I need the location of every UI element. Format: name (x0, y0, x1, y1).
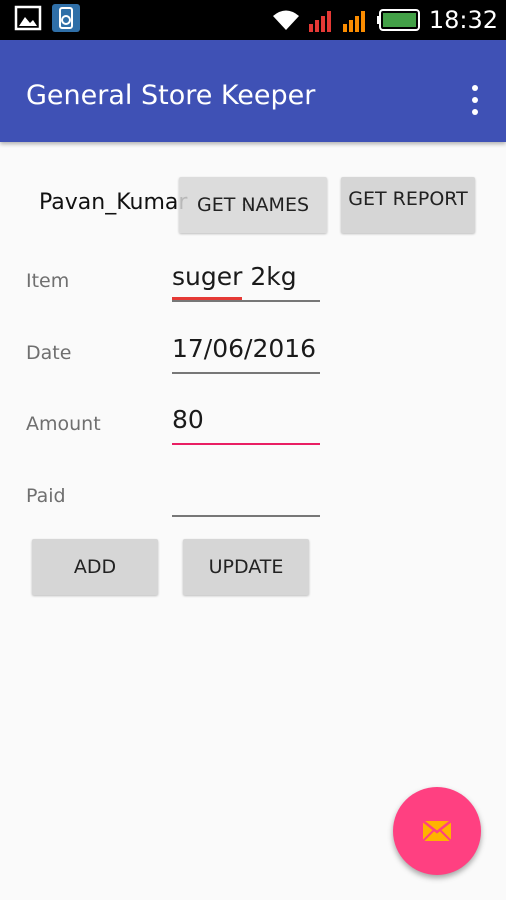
amount-field-value: 80 (172, 405, 204, 434)
date-label: Date (26, 342, 72, 364)
date-field[interactable]: 17/06/2016 (172, 334, 320, 374)
date-field-value: 17/06/2016 (172, 334, 317, 363)
customer-spinner-value: Pavan_Kumar (39, 190, 188, 215)
more-vert-icon[interactable] (470, 85, 480, 115)
app-notification-icon (52, 4, 80, 32)
amount-field[interactable]: 80 (172, 405, 320, 445)
amount-label: Amount (26, 413, 101, 435)
wifi-icon (272, 10, 299, 30)
get-names-button[interactable]: GET NAMES (179, 177, 327, 233)
app-bar: General Store Keeper (0, 40, 506, 142)
mail-icon (422, 820, 452, 842)
fab-mail-button[interactable] (393, 787, 481, 875)
signal-icon (342, 11, 365, 32)
status-bar: 18:32 (0, 0, 506, 40)
item-label: Item (26, 270, 70, 292)
item-field-value: suger 2kg (172, 262, 297, 291)
paid-label: Paid (26, 485, 66, 507)
signal-icon (308, 11, 331, 32)
get-report-button[interactable]: GET REPORT (341, 177, 475, 233)
add-button[interactable]: ADD (32, 539, 158, 595)
app-title: General Store Keeper (26, 80, 316, 111)
item-field[interactable]: suger 2kg (172, 262, 320, 302)
status-time: 18:32 (428, 6, 498, 34)
update-button[interactable]: UPDATE (183, 539, 309, 595)
battery-icon (376, 9, 420, 31)
paid-field[interactable] (172, 477, 320, 517)
image-icon (14, 5, 42, 31)
